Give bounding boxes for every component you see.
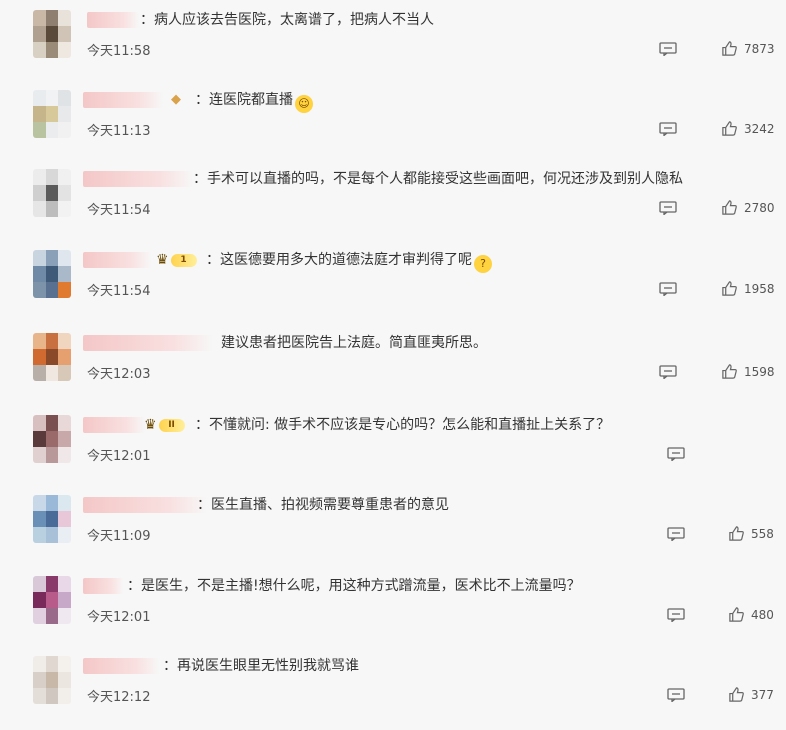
thumbs-up-icon (722, 364, 737, 379)
avatar[interactable] (33, 333, 71, 381)
avatar[interactable] (33, 495, 71, 543)
username-blurred[interactable] (83, 658, 159, 674)
comment-text: ：是医生，不是主播!想什么呢，用这种方式蹭流量，医术比不上流量吗？ (127, 578, 581, 594)
comment-row: ：手术可以直播的吗，不是每个人都能接受这些画面吧，何况还涉及到别人隐私 今天11… (0, 163, 786, 243)
avatar[interactable] (33, 169, 71, 217)
thumbs-up-icon (722, 281, 737, 296)
like-count: 1958 (744, 281, 775, 296)
comment-row: ◆ ：连医院都直播 ☺ 今天11:13 3242 (0, 84, 786, 164)
like-count: 7873 (744, 41, 775, 56)
comment-text-content: ：连医院都直播 (195, 92, 293, 108)
laughing-emoji-icon: ☺ (295, 95, 313, 113)
thinking-emoji-icon: ? (474, 255, 492, 273)
username-blurred[interactable] (83, 171, 193, 187)
username-blurred[interactable] (83, 335, 213, 351)
username-blurred[interactable] (83, 578, 123, 594)
comment-row: ：是医生，不是主播!想什么呢，用这种方式蹭流量，医术比不上流量吗？ 今天12:0… (0, 570, 786, 650)
comment-time: 今天11:09 (87, 529, 151, 544)
vip-badge[interactable]: ♛ II (144, 416, 185, 434)
level-badge: 1 (170, 253, 197, 267)
comment-text: ：连医院都直播 ☺ (195, 90, 313, 113)
comment-row: ♛ 1 ：这医德要用多大的道德法庭才审判得了呢? 今天11:54 1958 (0, 244, 786, 324)
comment-time: 今天11:58 (87, 44, 151, 59)
reply-icon[interactable] (659, 365, 677, 379)
comment-time: 今天11:54 (87, 203, 151, 218)
comment-row: ：病人应该去告医院，太离谱了，把病人不当人 今天11:58 7873 (0, 4, 786, 84)
thumbs-up-icon (729, 607, 744, 622)
username-blurred[interactable] (87, 12, 139, 28)
avatar[interactable] (33, 576, 71, 624)
comment-row: ：再说医生眼里无性别我就骂谁 今天12:12 377 (0, 650, 786, 730)
comment-text-content: ：这医德要用多大的道德法庭才审判得了呢 (206, 252, 472, 268)
comment-text: ：不懂就问: 做手术不应该是专心的吗？怎么能和直播扯上关系了？ (195, 417, 611, 433)
comment-time: 今天12:12 (87, 690, 151, 705)
like-button[interactable]: 7873 (721, 40, 775, 57)
comment-row: ♛ II ：不懂就问: 做手术不应该是专心的吗？怎么能和直播扯上关系了？ 今天1… (0, 409, 786, 489)
crown-icon: ♛ (156, 252, 169, 268)
reply-icon[interactable] (667, 608, 685, 622)
comment-text: ：病人应该去告医院，太离谱了，把病人不当人 (140, 12, 434, 28)
username-blurred[interactable] (83, 252, 151, 268)
comment-time: 今天11:54 (87, 284, 151, 299)
comment-text: ：再说医生眼里无性别我就骂谁 (163, 658, 359, 674)
comment-time: 今天11:13 (87, 124, 151, 139)
like-count: 1598 (744, 364, 775, 379)
like-count: 2780 (744, 200, 775, 215)
comment-time: 今天12:03 (87, 367, 151, 382)
thumbs-up-icon (722, 200, 737, 215)
avatar[interactable] (33, 656, 71, 704)
avatar[interactable] (33, 415, 71, 463)
comment-row: 建议患者把医院告上法庭。简直匪夷所思。 今天12:03 1598 (0, 327, 786, 407)
comment-text: ：这医德要用多大的道德法庭才审判得了呢? (206, 250, 492, 273)
avatar[interactable] (33, 10, 71, 58)
like-count: 377 (751, 687, 774, 702)
reply-icon[interactable] (667, 447, 685, 461)
thumbs-up-icon (722, 41, 737, 56)
reply-icon[interactable] (667, 688, 685, 702)
comment-text: ：医生直播、拍视频需要尊重患者的意见 (197, 497, 449, 513)
thumbs-up-icon (729, 526, 744, 541)
comment-text: ：手术可以直播的吗，不是每个人都能接受这些画面吧，何况还涉及到别人隐私 (193, 171, 683, 187)
thumbs-up-icon (729, 687, 744, 702)
avatar[interactable] (33, 250, 71, 298)
like-count: 480 (751, 607, 774, 622)
comment-time: 今天12:01 (87, 449, 151, 464)
comment-text: 建议患者把医院告上法庭。简直匪夷所思。 (221, 335, 487, 351)
reply-icon[interactable] (659, 282, 677, 296)
username-blurred[interactable] (83, 417, 145, 433)
like-button[interactable]: 480 (728, 606, 774, 623)
like-button[interactable]: 1958 (721, 280, 775, 297)
vip-badge[interactable]: ♛ 1 (156, 251, 197, 269)
comment-row: ：医生直播、拍视频需要尊重患者的意见 今天11:09 558 (0, 489, 786, 569)
like-button[interactable]: 3242 (721, 120, 775, 137)
reply-icon[interactable] (659, 42, 677, 56)
medal-icon: ◆ (171, 92, 181, 107)
reply-icon[interactable] (659, 201, 677, 215)
like-button[interactable]: 2780 (721, 199, 775, 216)
like-count: 558 (751, 526, 774, 541)
avatar[interactable] (33, 90, 71, 138)
like-button[interactable]: 377 (728, 686, 774, 703)
username-blurred[interactable] (83, 92, 163, 108)
like-button[interactable]: 558 (728, 525, 774, 542)
reply-icon[interactable] (667, 527, 685, 541)
like-button[interactable]: 1598 (721, 363, 775, 380)
reply-icon[interactable] (659, 122, 677, 136)
like-count: 3242 (744, 121, 775, 136)
level-badge: II (158, 418, 185, 432)
crown-icon: ♛ (144, 417, 157, 433)
comment-time: 今天12:01 (87, 610, 151, 625)
username-blurred[interactable] (83, 497, 207, 513)
thumbs-up-icon (722, 121, 737, 136)
